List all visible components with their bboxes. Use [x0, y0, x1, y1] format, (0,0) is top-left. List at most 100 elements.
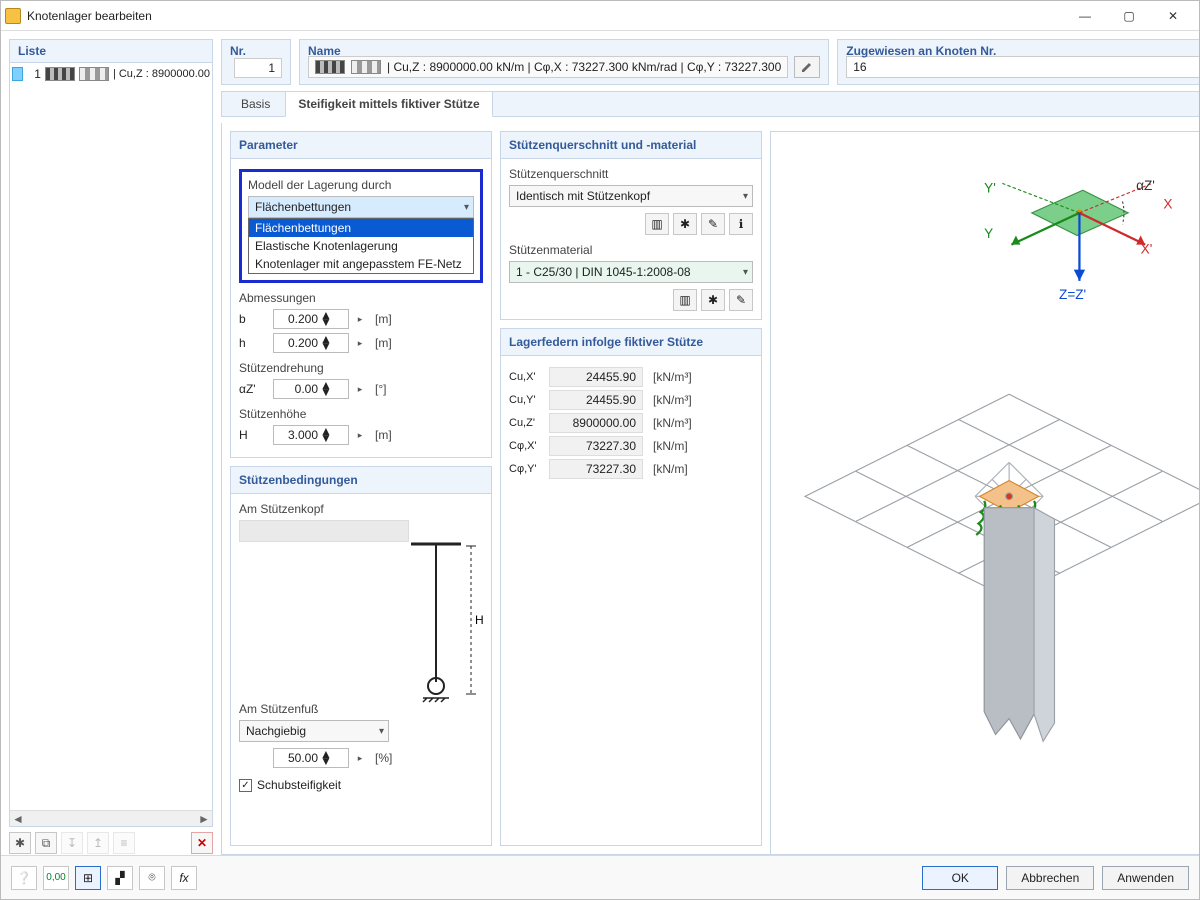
model-option-0[interactable]: Flächenbettungen	[249, 219, 473, 237]
xs-new-button[interactable]: ✱	[673, 213, 697, 235]
minimize-button[interactable]: —	[1063, 2, 1107, 30]
tab-bar: Basis Steifigkeit mittels fiktiver Stütz…	[221, 91, 1199, 117]
xs-info-button[interactable]: ℹ	[729, 213, 753, 235]
bottom-support-combo[interactable]: Nachgiebig ▾	[239, 720, 389, 742]
duplicate-button[interactable]: ⧉	[35, 832, 57, 854]
title-bar[interactable]: Knotenlager bearbeiten — ▢ ✕	[1, 1, 1199, 31]
nudge-right-icon[interactable]: ▸	[355, 430, 365, 441]
list-item[interactable]: 1 | Cu,Z : 8900000.00	[10, 63, 212, 85]
shear-checkbox[interactable]: ✓ Schubsteifigkeit	[239, 778, 483, 792]
help-icon: ❔	[17, 871, 32, 885]
constraint-glyph-1	[45, 67, 75, 81]
spring-unit-3: [kN/m]	[653, 439, 688, 453]
edit-name-button[interactable]	[794, 56, 820, 78]
chevron-down-icon: ▾	[464, 202, 469, 213]
scroll-right-icon[interactable]: ►	[196, 812, 212, 826]
maximize-button[interactable]: ▢	[1107, 2, 1151, 30]
top-support-disabled-field	[239, 520, 409, 542]
shear-label: Schubsteifigkeit	[257, 778, 341, 792]
assigned-input[interactable]: 16	[846, 56, 1199, 78]
new-item-button[interactable]: ✱	[9, 832, 31, 854]
alpha-input[interactable]	[274, 380, 320, 398]
xs-edit-button[interactable]: ✎	[701, 213, 725, 235]
nudge-right-icon[interactable]: ▸	[355, 384, 365, 395]
nudge-right-icon[interactable]: ▸	[355, 314, 365, 325]
cancel-button[interactable]: Abbrechen	[1006, 866, 1094, 890]
spring-label-2: Cu,Z'	[509, 417, 543, 429]
units-button[interactable]: 0,00	[43, 866, 69, 890]
b-label: b	[239, 312, 267, 326]
book-icon: ▥	[679, 293, 690, 307]
axis-x: X	[1163, 196, 1172, 211]
list-selection-swatch	[12, 67, 23, 81]
edit-icon: ✎	[736, 293, 746, 307]
view-mode-button[interactable]: ▞	[107, 866, 133, 890]
constraint-glyph-2	[351, 60, 381, 74]
model-option-1[interactable]: Elastische Knotenlagerung	[249, 237, 473, 255]
help-button[interactable]: ❔	[11, 866, 37, 890]
function-icon: fx	[179, 871, 188, 885]
close-button[interactable]: ✕	[1151, 2, 1195, 30]
tool-4-button: ↥	[87, 832, 109, 854]
chevron-down-icon: ▾	[743, 191, 748, 202]
alpha-label: αZ'	[239, 382, 267, 396]
top-support-label: Am Stützenkopf	[239, 502, 483, 516]
mat-combo[interactable]: 1 - C25/30 | DIN 1045-1:2008-08 ▾	[509, 261, 753, 283]
axis-yp: Y'	[984, 180, 996, 195]
tab-basic[interactable]: Basis	[228, 91, 283, 116]
scroll-left-icon[interactable]: ◄	[10, 812, 26, 826]
app-icon	[5, 8, 21, 24]
assigned-field: Zugewiesen an Knoten Nr. 16	[837, 39, 1199, 85]
name-text: | Cu,Z : 8900000.00 kN/m | Cφ,X : 73227.…	[387, 60, 781, 74]
preview-viewport[interactable]: Y' Y X X' Z=Z' αZ'	[770, 131, 1199, 855]
column-schematic: H	[403, 534, 483, 704]
H-spinner[interactable]: ▲▼	[273, 425, 349, 445]
percent-spinner[interactable]: ▲▼	[273, 748, 349, 768]
pencil-icon	[800, 60, 814, 74]
mat-library-button[interactable]: ▥	[673, 289, 697, 311]
H-input[interactable]	[274, 426, 320, 444]
spring-unit-4: [kN/m]	[653, 462, 688, 476]
h-input[interactable]	[274, 334, 320, 352]
apply-button[interactable]: Anwenden	[1102, 866, 1189, 890]
mat-edit-button[interactable]: ✎	[729, 289, 753, 311]
list-panel: 1 | Cu,Z : 8900000.00 ◄ ►	[9, 62, 213, 827]
number-input[interactable]: 1	[234, 58, 282, 78]
delete-button[interactable]: ✕	[191, 832, 213, 854]
nudge-right-icon[interactable]: ▸	[355, 338, 365, 349]
assigned-label: Zugewiesen an Knoten Nr.	[846, 44, 996, 58]
b-spinner[interactable]: ▲▼	[273, 309, 349, 329]
alpha-spinner[interactable]: ▲▼	[273, 379, 349, 399]
bottom-support-label: Am Stützenfuß	[239, 702, 483, 716]
number-field: Nr. 1	[221, 39, 291, 85]
nudge-right-icon[interactable]: ▸	[355, 753, 365, 764]
model-combo-value: Flächenbettungen	[255, 200, 351, 214]
spring-val-3: 73227.30	[549, 436, 643, 456]
display-icon: ⌾	[148, 870, 155, 885]
H-label: H	[239, 428, 267, 442]
spring-label-3: Cφ,X'	[509, 440, 543, 452]
spring-unit-0: [kN/m³]	[653, 370, 692, 384]
tool-5-button: ≡	[113, 832, 135, 854]
model-dropdown-open[interactable]: Flächenbettungen Elastische Knotenlageru…	[248, 218, 474, 274]
view-axes-button[interactable]: ⊞	[75, 866, 101, 890]
b-input[interactable]	[274, 310, 320, 328]
spring-val-2: 8900000.00	[549, 413, 643, 433]
percent-input[interactable]	[274, 749, 320, 767]
xs-library-button[interactable]: ▥	[645, 213, 669, 235]
model-section-highlighted: Modell der Lagerung durch Flächenbettung…	[239, 169, 483, 283]
b-unit: [m]	[375, 312, 392, 326]
view-icon: ▞	[115, 871, 124, 885]
mat-new-button[interactable]: ✱	[701, 289, 725, 311]
display-button[interactable]: ⌾	[139, 866, 165, 890]
svg-text:H: H	[475, 613, 483, 627]
model-combo[interactable]: Flächenbettungen ▾	[248, 196, 474, 218]
model-option-2[interactable]: Knotenlager mit angepasstem FE-Netz	[249, 255, 473, 273]
ok-button[interactable]: OK	[922, 866, 998, 890]
function-button[interactable]: fx	[171, 866, 197, 890]
list-horizontal-scrollbar[interactable]: ◄ ►	[10, 810, 212, 826]
h-spinner[interactable]: ▲▼	[273, 333, 349, 353]
xs-combo[interactable]: Identisch mit Stützenkopf ▾	[509, 185, 753, 207]
tab-stiffness[interactable]: Steifigkeit mittels fiktiver Stütze	[285, 91, 492, 117]
name-label: Name	[308, 44, 341, 58]
